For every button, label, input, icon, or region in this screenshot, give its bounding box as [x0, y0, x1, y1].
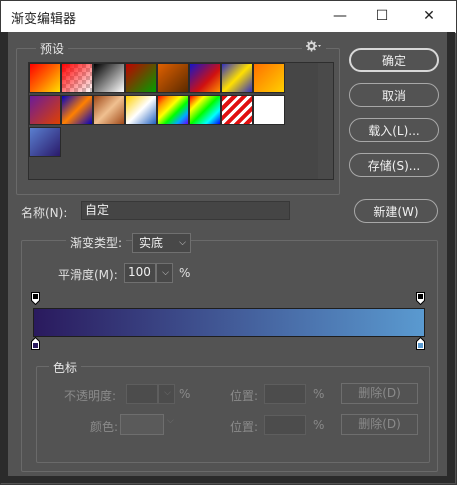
- presets-list: [28, 62, 334, 180]
- color-label: 颜色:: [90, 420, 119, 434]
- maximize-button[interactable]: ☐: [359, 1, 405, 32]
- smoothness-dropdown[interactable]: ⌵: [156, 263, 173, 283]
- gradient-type-label: 渐变类型:: [66, 234, 127, 251]
- preset-swatch[interactable]: [61, 63, 93, 93]
- load-button[interactable]: 载入(L)...: [349, 118, 439, 142]
- ok-button[interactable]: 确定: [349, 48, 439, 72]
- preset-swatch[interactable]: [93, 95, 125, 125]
- chevron-down-icon: ⌵: [167, 416, 174, 426]
- chevron-down-icon: ⌵: [162, 268, 169, 278]
- opacity-unit: %: [179, 387, 191, 401]
- gear-icon[interactable]: [302, 40, 326, 55]
- opacity-input[interactable]: [126, 384, 158, 404]
- preset-swatch[interactable]: [29, 63, 61, 93]
- opacity-stop-right[interactable]: [416, 292, 425, 305]
- preset-swatch[interactable]: [157, 63, 189, 93]
- color-stop-left[interactable]: [31, 337, 40, 350]
- minimize-button[interactable]: —: [317, 1, 363, 32]
- preset-swatch[interactable]: [29, 127, 61, 157]
- new-button[interactable]: 新建(W): [354, 199, 438, 223]
- color-stops-label: 色标: [49, 359, 82, 376]
- color-swatch[interactable]: [120, 414, 164, 435]
- presets-scrollbar[interactable]: [318, 63, 333, 179]
- gradient-preview-bar[interactable]: [33, 308, 425, 337]
- preset-swatch[interactable]: [125, 95, 157, 125]
- chevron-down-icon: ⌵: [164, 388, 171, 398]
- opacity-dropdown[interactable]: ⌵: [158, 384, 175, 404]
- name-label: 名称(N):: [21, 206, 68, 220]
- opacity-label: 不透明度:: [64, 389, 117, 403]
- preset-swatch[interactable]: [157, 95, 189, 125]
- chevron-down-icon: ⌵: [179, 238, 186, 248]
- smoothness-label: 平滑度(M):: [58, 268, 118, 282]
- preset-swatch[interactable]: [93, 63, 125, 93]
- preset-swatch[interactable]: [221, 63, 253, 93]
- color-location-input[interactable]: [264, 415, 306, 435]
- window-title: 渐变编辑器: [11, 12, 77, 27]
- close-button[interactable]: ✕: [406, 1, 452, 32]
- presets-label: 预设: [36, 40, 69, 57]
- smoothness-input[interactable]: 100: [124, 263, 156, 283]
- cancel-button[interactable]: 取消: [349, 83, 439, 107]
- opacity-location-label: 位置:: [230, 389, 259, 403]
- save-button[interactable]: 存储(S)...: [349, 153, 439, 177]
- window-frame-left: [0, 32, 8, 476]
- preset-swatch[interactable]: [221, 95, 253, 125]
- color-stop-right[interactable]: [416, 337, 425, 350]
- name-input[interactable]: 自定: [81, 201, 290, 220]
- opacity-stop-left[interactable]: [31, 292, 40, 305]
- opacity-location-unit: %: [313, 387, 325, 401]
- preset-swatch[interactable]: [189, 63, 221, 93]
- preset-swatch[interactable]: [253, 95, 285, 125]
- title-bar: 渐变编辑器 — ☐ ✕: [1, 1, 456, 33]
- smoothness-unit: %: [179, 266, 191, 280]
- dialog-client-area: 预设 确定 取消 载入(L)... 存储(S)... 名称(N): 自定 新建(…: [8, 32, 447, 476]
- color-location-label: 位置:: [230, 420, 259, 434]
- preset-swatch[interactable]: [125, 63, 157, 93]
- preset-swatch[interactable]: [29, 95, 61, 125]
- preset-swatch[interactable]: [253, 63, 285, 93]
- color-location-unit: %: [313, 418, 325, 432]
- window-frame-right: [447, 32, 455, 476]
- window-frame-bottom: [0, 476, 455, 483]
- gradient-type-value: 实底: [139, 236, 164, 250]
- preset-swatch[interactable]: [189, 95, 221, 125]
- preset-swatch[interactable]: [61, 95, 93, 125]
- delete-color-stop-button[interactable]: 删除(D): [341, 414, 418, 435]
- gradient-type-select[interactable]: 实底 ⌵: [132, 233, 191, 253]
- opacity-location-input[interactable]: [264, 384, 306, 404]
- delete-opacity-stop-button[interactable]: 删除(D): [341, 383, 418, 404]
